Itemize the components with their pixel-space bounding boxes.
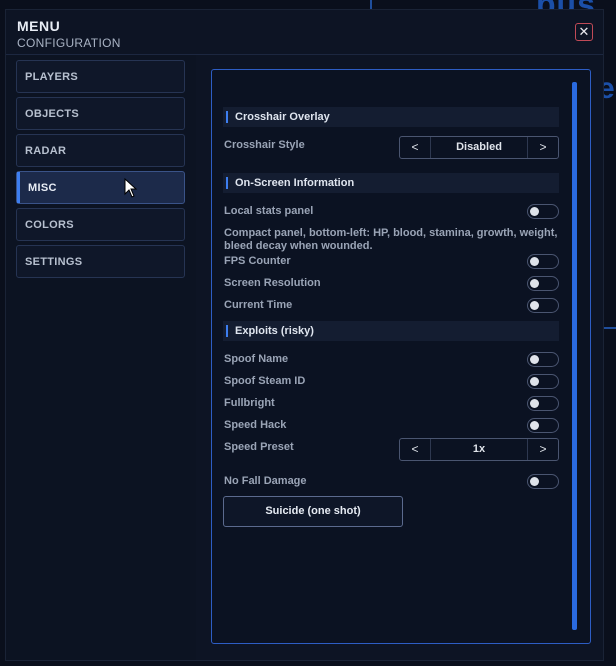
sidebar-item-radar[interactable]: RADAR bbox=[16, 134, 185, 167]
speed-hack-toggle[interactable] bbox=[527, 418, 559, 433]
sidebar-item-players[interactable]: PLAYERS bbox=[16, 60, 185, 93]
sidebar-item-objects[interactable]: OBJECTS bbox=[16, 97, 185, 130]
fullbright-label: Fullbright bbox=[224, 397, 275, 409]
sidebar: PLAYERS OBJECTS RADAR MISC COLORS SETTIN… bbox=[6, 55, 196, 660]
speed-hack-label: Speed Hack bbox=[224, 419, 287, 431]
menu-header: MENU CONFIGURATION ✕ bbox=[6, 10, 603, 55]
fps-counter-label: FPS Counter bbox=[224, 255, 291, 267]
sidebar-item-label: OBJECTS bbox=[25, 108, 80, 120]
local-stats-description: Compact panel, bottom-left: HP, blood, s… bbox=[224, 227, 558, 252]
spoof-name-label: Spoof Name bbox=[224, 353, 289, 365]
speed-preset-stepper: < 1x > bbox=[399, 438, 559, 461]
sidebar-item-settings[interactable]: SETTINGS bbox=[16, 245, 185, 278]
section-accent bbox=[226, 325, 228, 337]
section-crosshair-overlay: Crosshair Overlay bbox=[223, 107, 559, 127]
toggle-knob bbox=[530, 377, 539, 386]
toggle-knob bbox=[530, 477, 539, 486]
no-fall-damage-label: No Fall Damage bbox=[224, 475, 307, 487]
toggle-knob bbox=[530, 301, 539, 310]
sidebar-item-label: COLORS bbox=[25, 219, 74, 231]
toggle-knob bbox=[530, 279, 539, 288]
crosshair-style-label: Crosshair Style bbox=[224, 139, 305, 151]
section-on-screen-information: On-Screen Information bbox=[223, 173, 559, 193]
toggle-knob bbox=[530, 355, 539, 364]
crosshair-style-stepper: < Disabled > bbox=[399, 136, 559, 159]
screen-resolution-toggle[interactable] bbox=[527, 276, 559, 291]
section-title: Exploits (risky) bbox=[235, 325, 314, 337]
spoof-name-toggle[interactable] bbox=[527, 352, 559, 367]
speed-preset-label: Speed Preset bbox=[224, 441, 294, 453]
current-time-toggle[interactable] bbox=[527, 298, 559, 313]
speed-preset-next-button[interactable]: > bbox=[527, 439, 558, 460]
toggle-knob bbox=[530, 421, 539, 430]
close-button[interactable]: ✕ bbox=[575, 23, 593, 41]
sidebar-item-colors[interactable]: COLORS bbox=[16, 208, 185, 241]
sidebar-item-label: RADAR bbox=[25, 145, 67, 157]
mouse-cursor-icon bbox=[124, 178, 138, 198]
speed-preset-value: 1x bbox=[472, 443, 486, 455]
menu-title: MENU bbox=[17, 18, 61, 34]
toggle-knob bbox=[530, 257, 539, 266]
toggle-knob bbox=[530, 399, 539, 408]
menu-subtitle: CONFIGURATION bbox=[17, 36, 121, 50]
section-accent bbox=[226, 111, 228, 123]
spoof-steam-id-label: Spoof Steam ID bbox=[224, 375, 306, 387]
active-indicator bbox=[17, 172, 20, 203]
toggle-knob bbox=[530, 207, 539, 216]
sidebar-item-label: PLAYERS bbox=[25, 71, 79, 83]
current-time-label: Current Time bbox=[224, 299, 293, 311]
spoof-steam-id-toggle[interactable] bbox=[527, 374, 559, 389]
crosshair-style-value: Disabled bbox=[456, 141, 502, 153]
section-exploits: Exploits (risky) bbox=[223, 321, 559, 341]
fullbright-toggle[interactable] bbox=[527, 396, 559, 411]
background-line bbox=[604, 327, 616, 329]
misc-panel: Crosshair Overlay Crosshair Style < Disa… bbox=[211, 69, 591, 644]
section-title: Crosshair Overlay bbox=[235, 111, 330, 123]
sidebar-item-label: SETTINGS bbox=[25, 256, 83, 268]
local-stats-label: Local stats panel bbox=[224, 205, 314, 217]
crosshair-style-prev-button[interactable]: < bbox=[400, 137, 431, 158]
close-icon: ✕ bbox=[578, 24, 590, 39]
suicide-button[interactable]: Suicide (one shot) bbox=[223, 496, 403, 527]
no-fall-damage-toggle[interactable] bbox=[527, 474, 559, 489]
menu-window: MENU CONFIGURATION ✕ PLAYERS OBJECTS RAD… bbox=[5, 9, 604, 661]
local-stats-toggle[interactable] bbox=[527, 204, 559, 219]
speed-preset-prev-button[interactable]: < bbox=[400, 439, 431, 460]
section-title: On-Screen Information bbox=[235, 177, 355, 189]
sidebar-item-label: MISC bbox=[28, 182, 57, 194]
panel-scrollbar[interactable] bbox=[572, 82, 577, 630]
sidebar-item-misc[interactable]: MISC bbox=[16, 171, 185, 204]
fps-counter-toggle[interactable] bbox=[527, 254, 559, 269]
section-accent bbox=[226, 177, 228, 189]
crosshair-style-next-button[interactable]: > bbox=[527, 137, 558, 158]
screen-resolution-label: Screen Resolution bbox=[224, 277, 321, 289]
